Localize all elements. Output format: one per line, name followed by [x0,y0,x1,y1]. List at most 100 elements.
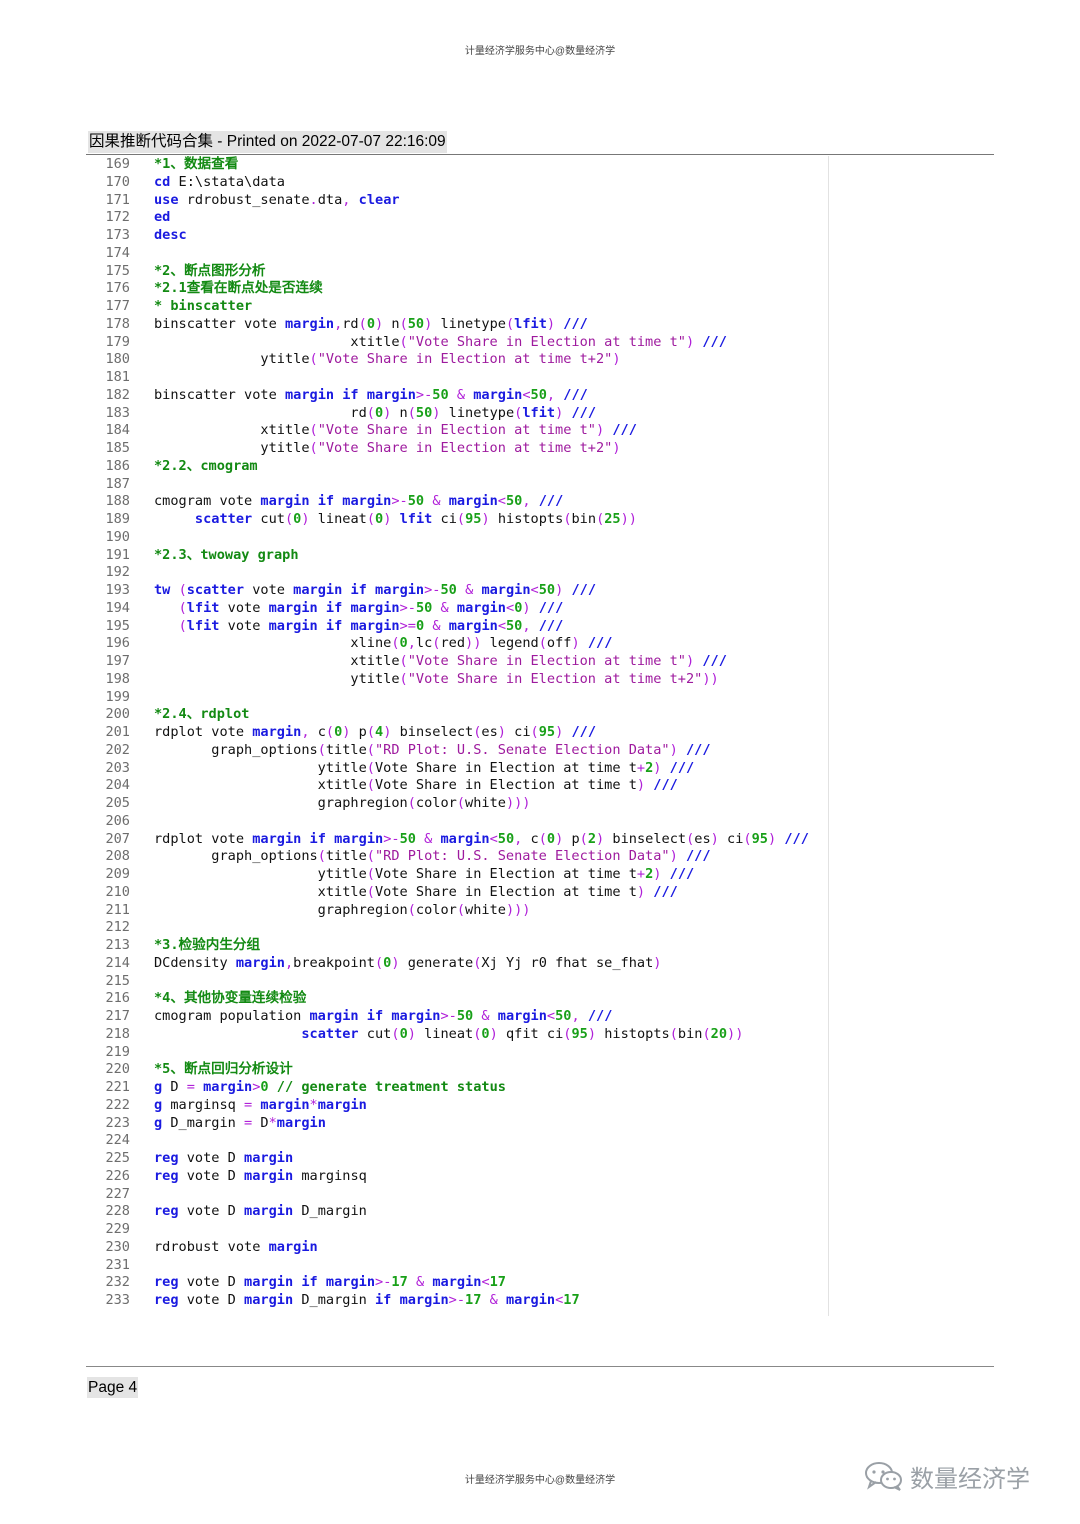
code-token: /// [563,386,588,403]
code-token: margin [268,617,318,634]
code-token: margin [235,954,285,971]
code-token: >- [415,386,433,403]
code-token: Xj Yj r0 fhat se_fhat [481,954,654,971]
code-token: 20 [710,1025,728,1042]
code-token: ytitle [154,866,367,882]
code-line: 183 rd(0) n(50) linetype(lfit) /// [88,405,988,423]
line-number: 205 [105,795,130,811]
code-token: /// [571,582,597,598]
code-token: >- [448,1292,466,1308]
code-token: /// [702,333,727,350]
code-token: histopts [596,1025,670,1042]
code-token: ed [154,209,171,226]
code-token: margin [350,617,400,634]
code-token: g [154,1079,163,1095]
code-token: ) [595,422,605,439]
code-token: + [636,866,646,882]
line-number: 188 [105,493,130,510]
code-token: *3.检验内生分组 [154,937,261,953]
code-token: vote D [178,1167,245,1184]
code-token: >- [440,1008,457,1024]
code-token: cmogram vote [154,493,261,510]
code-token: rd [154,404,367,421]
code-token: scatter [194,511,253,527]
code-line: 170 cd E:\stata\data [88,174,988,192]
code-token: ytitle [154,351,310,368]
code-token: * [268,1114,277,1131]
code-line: 177 * binscatter [88,298,988,316]
code-token: vote D [178,1150,245,1166]
line-number: 209 [105,866,130,882]
code-token: >- [383,830,400,847]
code-token: "Vote Share in Election at time t+2" [317,440,613,456]
code-token: 50 [555,1008,572,1024]
line-number: 213 [105,937,130,953]
code-token: graphregion [154,795,408,811]
code-token: desc [154,227,187,243]
code-line: 174 [88,245,988,263]
code-token: margin [203,1079,253,1095]
line-number: 228 [105,1203,130,1220]
code-token: cmogram population [154,1008,310,1024]
code-token: margin [473,386,523,403]
code-token: *2.1查看在断点处是否连续 [154,280,323,297]
code-token: ) [546,315,556,332]
code-token: ) [301,511,310,527]
code-token: rd [342,315,359,332]
code-token: margin [309,1008,359,1024]
code-token: bin [677,1025,703,1042]
code-token: ) [489,1025,498,1042]
line-number: 172 [105,209,130,226]
code-line: 178 binscatter vote margin,rd(0) n(50) li… [88,316,988,334]
code-token: /// [653,883,678,900]
code-line: 213 *3.检验内生分组 [88,937,988,955]
code-token: 2 [587,830,597,847]
code-line: 208 graph_options(title("RD Plot: U.S. S… [88,848,988,866]
code-line: 231 [88,1257,988,1275]
code-token: generate [399,954,474,971]
code-token: vote D [178,1292,245,1308]
code-token: ) [767,830,777,847]
line-number: 193 [105,582,130,598]
code-token: /// [563,315,588,332]
line-number: 225 [105,1150,130,1166]
code-token: >= [399,617,416,634]
code-token: 4 [375,724,384,740]
code-line: 176 *2.1查看在断点处是否连续 [88,280,988,298]
line-number: 171 [105,191,130,208]
code-line: 202 graph_options(title("RD Plot: U.S. S… [88,742,988,760]
code-token: p [350,724,367,740]
line-number: 173 [105,227,130,243]
code-token: "Vote Share in Election at time t+2" [407,670,703,687]
code-token: margin [252,830,302,847]
line-number: 169 [105,156,130,172]
code-token: 50 [415,599,433,616]
code-token: margin [456,599,506,616]
code-token: use [154,191,179,208]
code-token: )) [702,670,719,687]
code-token: 0 [546,830,556,847]
code-line: 195 (lfit vote margin if margin>=0 & mar… [88,618,988,636]
code-token: ( [456,511,466,527]
code-token: ) [612,351,621,368]
brand-mark: 数量经济学 [864,1458,1030,1494]
code-token: ) [596,830,605,847]
code-token: margin [244,1292,294,1308]
line-number: 226 [105,1167,130,1184]
code-line: 203 ytitle(Vote Share in Election at tim… [88,760,988,778]
code-token: vote [219,599,269,616]
line-number: 177 [105,298,130,314]
code-token: ( [366,511,376,527]
line-number: 206 [105,812,130,829]
code-token: ( [399,333,408,350]
code-token: 50 [440,582,457,598]
code-token: 50 [505,493,523,510]
